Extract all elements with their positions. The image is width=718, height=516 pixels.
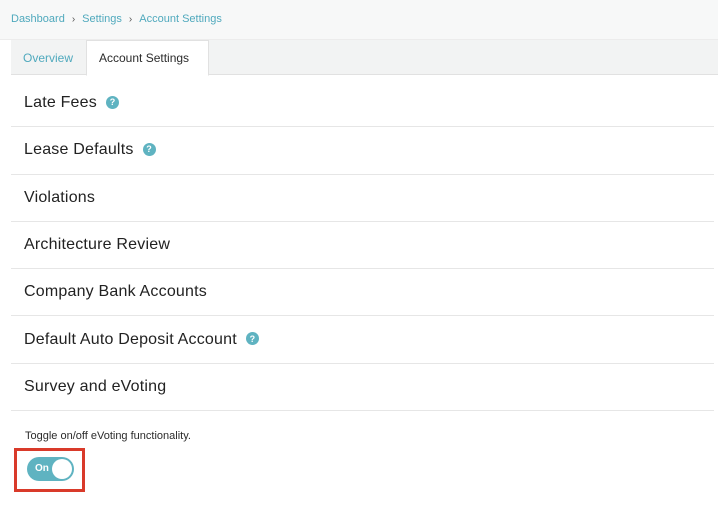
section-label: Lease Defaults	[24, 141, 134, 159]
toggle-label: On	[35, 463, 49, 474]
evoting-toggle[interactable]: On	[27, 457, 74, 481]
section-architecture-review[interactable]: Architecture Review	[11, 222, 714, 270]
section-label: Company Bank Accounts	[24, 283, 207, 301]
section-lease-defaults[interactable]: Lease Defaults ?	[11, 127, 714, 175]
section-default-auto-deposit-account[interactable]: Default Auto Deposit Account ?	[11, 316, 714, 364]
breadcrumb-separator-icon: ›	[71, 13, 76, 25]
breadcrumb-settings[interactable]: Settings	[82, 13, 122, 25]
section-label: Architecture Review	[24, 236, 171, 254]
tab-account-settings[interactable]: Account Settings	[86, 40, 209, 76]
section-violations[interactable]: Violations	[11, 175, 714, 222]
section-late-fees[interactable]: Late Fees ?	[11, 80, 714, 128]
settings-sections: Late Fees ? Lease Defaults ? Violations …	[11, 80, 714, 412]
account-settings-page: Dashboard › Settings › Account Settings …	[0, 0, 718, 516]
tab-overview[interactable]: Overview	[11, 40, 86, 75]
tab-bar: Overview Account Settings	[11, 40, 718, 76]
section-label: Violations	[24, 188, 96, 206]
breadcrumb-account-settings[interactable]: Account Settings	[139, 13, 222, 25]
section-company-bank-accounts[interactable]: Company Bank Accounts	[11, 269, 714, 317]
evoting-description: Toggle on/off eVoting functionality.	[25, 430, 191, 442]
help-icon[interactable]: ?	[142, 142, 156, 156]
breadcrumb: Dashboard › Settings › Account Settings	[11, 13, 222, 25]
section-label: Default Auto Deposit Account	[24, 330, 237, 348]
top-bar: Dashboard › Settings › Account Settings	[0, 0, 718, 40]
help-icon[interactable]: ?	[245, 332, 259, 346]
section-label: Late Fees	[24, 94, 97, 112]
section-label: Survey and eVoting	[24, 377, 167, 395]
toggle-knob	[52, 459, 72, 479]
section-survey-and-evoting[interactable]: Survey and eVoting	[11, 364, 714, 412]
breadcrumb-dashboard[interactable]: Dashboard	[11, 13, 65, 25]
help-icon[interactable]: ?	[105, 95, 119, 109]
breadcrumb-separator-icon: ›	[128, 13, 133, 25]
